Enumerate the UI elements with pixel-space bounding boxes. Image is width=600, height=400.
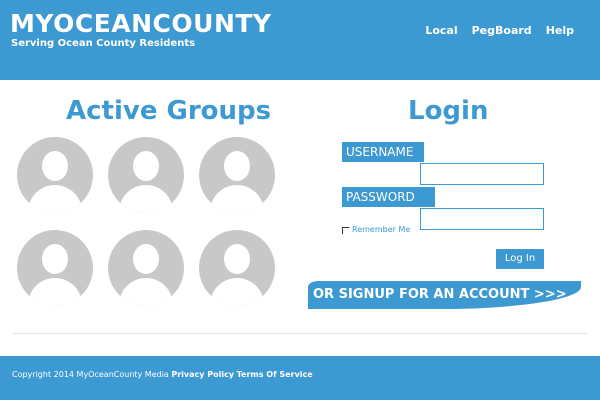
nav-local-link[interactable]: Local [425, 24, 457, 37]
terms-of-service-link[interactable]: Terms Of Service [237, 370, 313, 379]
group-avatar-icon[interactable] [108, 230, 184, 306]
login-button[interactable]: Log In [496, 249, 544, 269]
group-avatar-icon[interactable] [199, 230, 275, 306]
site-header: MYOCEANCOUNTY Serving Ocean County Resid… [0, 0, 600, 80]
remember-me-checkbox[interactable] [342, 227, 349, 234]
site-tagline: Serving Ocean County Residents [11, 38, 196, 49]
password-field[interactable] [420, 208, 544, 230]
footer-text: Copyright 2014 MyOceanCounty Media Priva… [12, 370, 313, 379]
group-avatar-icon[interactable] [17, 137, 93, 213]
group-avatar-icon[interactable] [199, 137, 275, 213]
site-logo[interactable]: MYOCEANCOUNTY [10, 8, 272, 40]
copyright-text: Copyright 2014 MyOceanCounty Media [12, 370, 169, 379]
content-divider [12, 333, 588, 334]
nav-help-link[interactable]: Help [546, 24, 574, 37]
active-groups-title: Active Groups [66, 96, 272, 126]
signup-link[interactable]: OR SIGNUP FOR AN ACCOUNT >>> [308, 281, 581, 309]
remember-me-label[interactable]: Remember Me [352, 225, 410, 234]
group-avatar-icon[interactable] [108, 137, 184, 213]
main-nav: Local PegBoard Help [425, 24, 574, 37]
password-label: PASSWORD [342, 187, 435, 207]
group-avatar-icon[interactable] [17, 230, 93, 306]
nav-pegboard-link[interactable]: PegBoard [472, 24, 532, 37]
username-field[interactable] [420, 163, 544, 185]
site-footer: Copyright 2014 MyOceanCounty Media Priva… [0, 356, 600, 400]
login-title: Login [408, 96, 489, 126]
username-label: USERNAME [342, 142, 424, 162]
privacy-policy-link[interactable]: Privacy Policy [171, 370, 234, 379]
